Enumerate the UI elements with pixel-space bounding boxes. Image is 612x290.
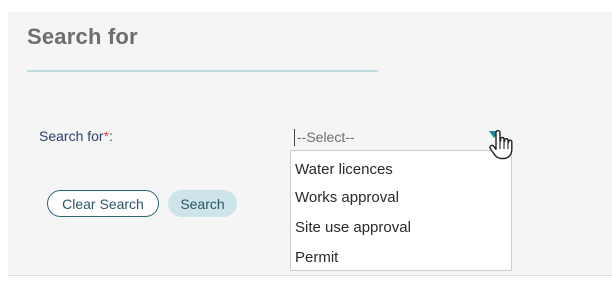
clear-search-button[interactable]: Clear Search [47, 190, 159, 217]
text-caret [294, 129, 295, 146]
hand-pointer-icon [489, 130, 513, 160]
select-dropdown-list: Water licences Works approval Site use a… [290, 150, 512, 271]
search-for-select[interactable]: --Select-- [290, 124, 512, 150]
search-for-label: Search for*: [39, 128, 113, 144]
option-permit[interactable]: Permit [295, 249, 338, 266]
select-value: --Select-- [297, 129, 355, 145]
option-works-approval[interactable]: Works approval [295, 189, 399, 206]
title-underline [27, 70, 378, 72]
option-water-licences[interactable]: Water licences [295, 161, 393, 178]
search-button[interactable]: Search [168, 190, 237, 217]
page-title: Search for [27, 24, 138, 49]
option-site-use-approval[interactable]: Site use approval [295, 219, 411, 236]
label-colon: : [109, 128, 113, 144]
divider [8, 275, 612, 276]
search-for-label-text: Search for [39, 128, 104, 144]
